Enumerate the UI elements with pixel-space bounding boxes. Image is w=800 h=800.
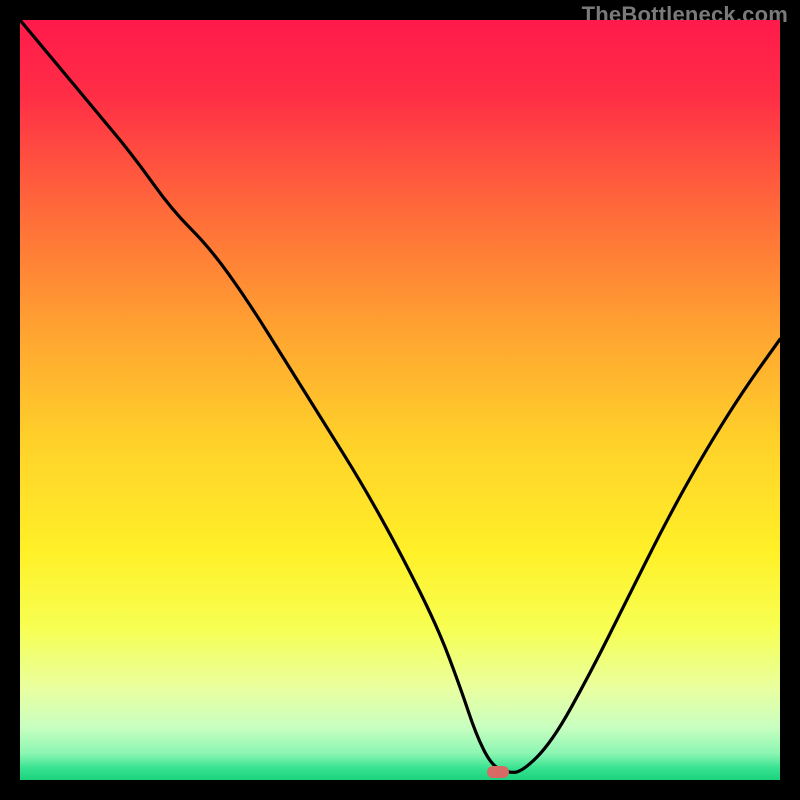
chart-frame: TheBottleneck.com (0, 0, 800, 800)
bottleneck-curve (20, 20, 780, 780)
plot-area (20, 20, 780, 780)
minimum-marker (487, 766, 509, 778)
